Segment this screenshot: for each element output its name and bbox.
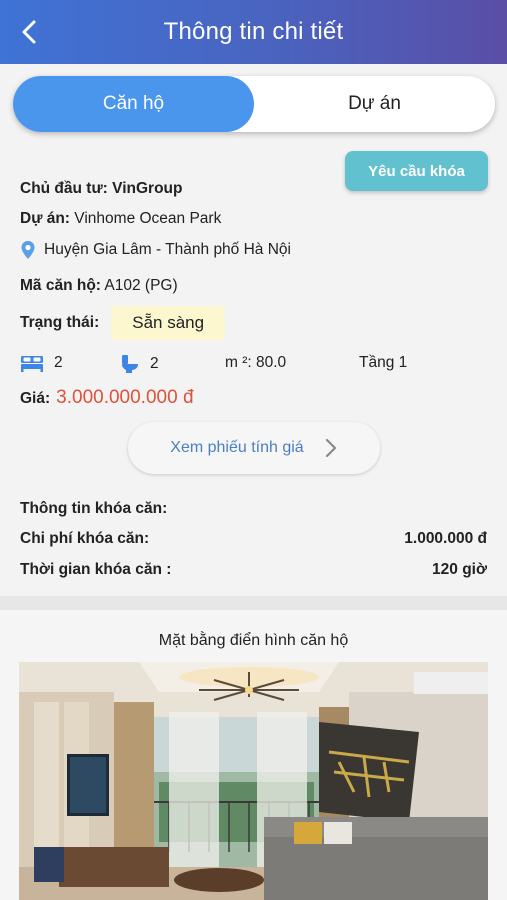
detail-content: Căn hộ Dự án Yêu cầu khóa Chủ đầu tư: Vi… <box>0 64 507 900</box>
project-label: Dự án: <box>20 210 70 227</box>
bedroom-spec: 2 <box>20 354 63 372</box>
lock-time-label: Thời gian khóa căn : <box>20 561 172 578</box>
section-divider <box>0 596 507 610</box>
tab-switcher: Căn hộ Dự án <box>13 76 495 132</box>
tab-apartment[interactable]: Căn hộ <box>13 76 254 132</box>
project-row: Dự án: Vinhome Ocean Park <box>20 210 221 228</box>
bathroom-count: 2 <box>150 355 159 372</box>
floor-plan-section: Mặt bằng điển hình căn hộ <box>0 610 507 900</box>
floor-plan-title: Mặt bằng điển hình căn hộ <box>158 632 349 649</box>
floor-plan-photo[interactable] <box>19 662 488 900</box>
investor-row: Chủ đầu tư: VinGroup <box>20 180 183 198</box>
toilet-icon <box>122 355 138 373</box>
lock-time-value: 120 giờ <box>432 561 487 578</box>
chevron-right-icon <box>325 438 336 458</box>
app-header: Thông tin chi tiết <box>0 0 507 64</box>
location-row: Huyện Gia Lâm - Thành phố Hà Nội <box>20 240 291 260</box>
page-title: Thông tin chi tiết <box>163 18 344 45</box>
location-pin-icon <box>21 241 35 259</box>
price-value: 3.000.000.000 đ <box>56 387 194 408</box>
tab-project[interactable]: Dự án <box>254 76 495 132</box>
lock-fee-label: Chi phí khóa căn: <box>20 530 150 547</box>
status-badge: Sẵn sàng <box>111 306 226 340</box>
view-quote-label: Xem phiếu tính giá <box>170 439 304 456</box>
area-spec: m ²: 80.0 <box>225 354 286 372</box>
investor-label: Chủ đầu tư: <box>20 180 108 197</box>
price-row: Giá: 3.000.000.000 đ <box>20 387 194 409</box>
floor-spec: Tầng 1 <box>359 354 407 372</box>
area-label: m ²: <box>225 354 252 371</box>
apartment-code-label: Mã căn hộ: <box>20 277 101 294</box>
investor-value: VinGroup <box>112 180 183 197</box>
lock-fee-value: 1.000.000 đ <box>404 530 487 547</box>
bedroom-count: 2 <box>54 354 63 371</box>
specs-row: 2 2 m ²: 80.0 Tầng 1 <box>20 354 490 376</box>
request-lock-button[interactable]: Yêu cầu khóa <box>345 151 488 191</box>
apartment-code-value: A102 (PG) <box>104 277 178 294</box>
location-text: Huyện Gia Lâm - Thành phố Hà Nội <box>44 241 291 258</box>
status-row: Trạng thái: Sẵn sàng <box>20 306 226 340</box>
status-label: Trạng thái: <box>20 314 100 331</box>
lock-time-row: Thời gian khóa căn : 120 giờ <box>20 561 487 579</box>
project-value: Vinhome Ocean Park <box>74 210 222 227</box>
bed-icon <box>21 356 43 372</box>
price-label: Giá: <box>20 390 51 407</box>
view-quote-button[interactable]: Xem phiếu tính giá <box>128 422 380 474</box>
lock-info-title: Thông tin khóa căn: <box>20 500 168 517</box>
lock-fee-row: Chi phí khóa căn: 1.000.000 đ <box>20 530 487 548</box>
chevron-left-icon[interactable] <box>14 16 46 48</box>
apartment-code-row: Mã căn hộ: A102 (PG) <box>20 277 178 295</box>
area-value: 80.0 <box>256 354 287 371</box>
bathroom-spec: 2 <box>120 354 159 374</box>
floor-value: Tầng 1 <box>359 354 408 371</box>
